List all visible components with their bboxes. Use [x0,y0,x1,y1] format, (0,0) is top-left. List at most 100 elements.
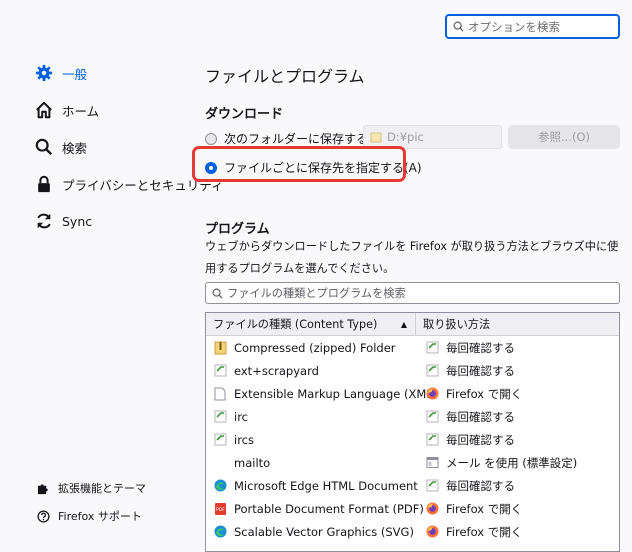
content-type-filter-input[interactable]: ファイルの種類とプログラムを検索 [205,282,620,304]
app-icon [425,456,439,470]
browse-button[interactable]: 参照...(O) [508,125,620,149]
action-label: 毎回確認する [446,340,515,355]
action-label: メール を使用 (標準設定) [446,455,578,470]
table-row[interactable]: Compressed (zipped) Folder 毎回確認する [206,336,619,359]
content-type-label: Portable Document Format (PDF) [234,501,424,516]
pdf-icon: PDF [213,502,227,516]
search-icon [34,137,54,157]
radio-save-to-folder[interactable]: 次のフォルダーに保存する(V) [205,130,386,147]
column-header-label: 取り扱い方法 [423,318,491,331]
edge-icon [213,479,227,493]
sidebar-item-label: Sync [62,213,93,229]
firefox-icon [425,502,439,516]
folder-path: D:¥pic [387,130,424,144]
sidebar-item-general[interactable]: 一般 [34,63,87,83]
ask-icon [425,364,439,378]
edge-icon [213,525,227,539]
column-header-type[interactable]: ファイルの種類 (Content Type) ▲ [206,313,416,335]
content-type-cell: ircs [206,433,416,447]
filter-placeholder: ファイルの種類とプログラムを検索 [227,287,406,300]
action-cell[interactable]: 毎回確認する [416,478,515,494]
sidebar-footer-label: 拡張機能とテーマ [58,482,146,495]
content-type-cell: PDF Portable Document Format (PDF) [206,502,424,516]
search-icon [212,288,223,299]
content-type-cell: Microsoft Edge HTML Document [206,478,418,493]
action-label: Firefox で開く [446,524,523,539]
content-type-label: Extensible Markup Language (XML) [234,386,438,401]
radio-button[interactable] [205,132,217,145]
search-placeholder: オプションを検索 [468,19,560,34]
action-cell[interactable]: Firefox で開く [416,524,522,540]
sidebar-item-search[interactable]: 検索 [34,137,87,157]
sidebar-item-home[interactable]: ホーム [34,100,99,120]
column-header-action[interactable]: 取り扱い方法 [416,313,490,335]
table-row[interactable]: irc 毎回確認する [206,405,619,428]
lock-icon [34,174,54,194]
sidebar-item-support[interactable]: Firefox サポート [36,508,142,524]
sidebar-item-sync[interactable]: Sync [34,211,92,231]
page-title: ファイルとプログラム [205,67,365,86]
search-icon [453,21,464,32]
firefox-icon [425,525,439,539]
content-type-cell: Compressed (zipped) Folder [206,341,416,355]
ask-icon [425,341,439,355]
home-icon [34,100,54,120]
folder-icon [370,132,382,143]
sidebar-item-label: ホーム [62,103,100,119]
zip-folder-icon [213,341,227,355]
action-label: 毎回確認する [446,409,515,424]
content-type-label: ext+scrapyard [234,363,319,378]
content-type-label: Microsoft Edge HTML Document [234,478,418,493]
content-type-label: Scalable Vector Graphics (SVG) [234,524,414,539]
table-row[interactable]: mailto メール を使用 (標準設定) [206,451,619,474]
ask-icon [425,433,439,447]
action-label: Firefox で開く [446,501,523,516]
content-type-label: Compressed (zipped) Folder [234,340,396,355]
action-label: 毎回確認する [446,432,515,447]
sort-ascending-icon: ▲ [400,319,407,329]
applications-description: ウェブからダウンロードしたファイルを Firefox が取り扱う方法とブラウズ中… [205,240,619,275]
ask-icon [213,410,227,424]
column-header-label: ファイルの種類 (Content Type) [213,318,378,331]
content-type-cell: mailto [206,456,416,470]
svg-text:PDF: PDF [216,507,225,513]
annotation-highlight [192,146,406,182]
action-label: 毎回確認する [446,478,515,493]
action-cell[interactable]: 毎回確認する [416,432,515,448]
options-search-input[interactable]: オプションを検索 [445,14,620,39]
table-row[interactable]: PDF Portable Document Format (PDF) Firefox… [206,497,619,520]
ask-icon [213,433,227,447]
action-label: 毎回確認する [446,363,515,378]
action-cell[interactable]: Firefox で開く [416,501,522,517]
action-cell[interactable]: 毎回確認する [416,409,515,425]
table-row[interactable]: ext+scrapyard 毎回確認する [206,359,619,382]
sidebar-item-label: 検索 [62,140,88,156]
table-row[interactable]: ircs 毎回確認する [206,428,619,451]
content-type-label: mailto [234,455,271,470]
action-label: Firefox で開く [446,386,523,401]
action-cell[interactable]: Firefox で開く [416,386,522,402]
action-cell[interactable]: 毎回確認する [416,340,515,356]
sidebar-item-addons[interactable]: 拡張機能とテーマ [36,480,146,496]
puzzle-icon [36,481,50,495]
applications-table: ファイルの種類 (Content Type) ▲ 取り扱い方法 Compress… [205,312,620,552]
content-type-label: irc [234,409,248,424]
sync-icon [34,211,54,231]
sidebar-footer-label: Firefox サポート [58,510,142,523]
content-type-cell: ext+scrapyard [206,364,416,378]
applications-heading: プログラム [205,222,270,237]
action-cell[interactable]: 毎回確認する [416,363,515,379]
table-row[interactable]: Extensible Markup Language (XML) Firefox … [206,382,619,405]
content-type-label: ircs [234,432,254,447]
ask-icon [425,479,439,493]
ask-icon [425,410,439,424]
table-row[interactable]: Scalable Vector Graphics (SVG) Firefox で開… [206,520,619,543]
content-type-cell: Extensible Markup Language (XML) [206,387,437,401]
radio-label: 次のフォルダーに保存する(V) [224,132,386,146]
table-row[interactable]: Microsoft Edge HTML Document 毎回確認する [206,474,619,497]
content-type-cell: Scalable Vector Graphics (SVG) [206,525,416,539]
action-cell[interactable]: メール を使用 (標準設定) [416,455,577,471]
blank-icon [213,456,227,470]
sidebar-item-label: 一般 [62,66,88,82]
ask-icon [213,364,227,378]
